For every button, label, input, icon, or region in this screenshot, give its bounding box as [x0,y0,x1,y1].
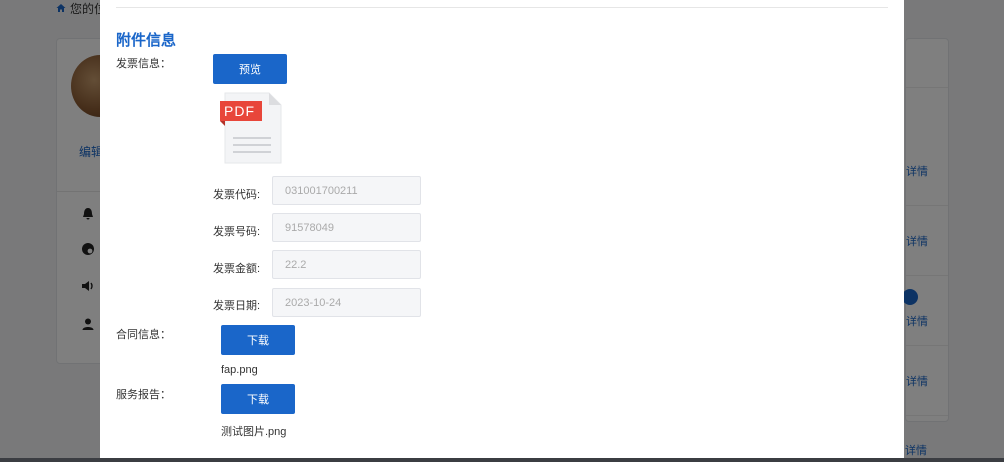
invoice-code-field[interactable] [272,176,421,205]
report-download-button[interactable]: 下载 [221,384,295,414]
section-title: 附件信息 [116,32,177,49]
bottom-bar [0,458,1004,462]
preview-button[interactable]: 预览 [213,54,287,84]
report-file-name[interactable]: 测试图片.png [221,423,286,439]
divider [116,7,888,8]
invoice-date-field[interactable] [272,288,421,317]
invoice-label: 发票信息： [116,58,171,70]
invoice-code-label: 发票代码: [213,189,261,201]
contract-download-button[interactable]: 下载 [221,325,295,355]
invoice-amount-label: 发票金额: [213,263,261,275]
invoice-date-label: 发票日期: [213,300,261,312]
pdf-badge-text: PDF [224,103,255,119]
invoice-amount-field[interactable] [272,250,421,279]
contract-label: 合同信息： [116,329,171,341]
invoice-number-field[interactable] [272,213,421,242]
contract-file-name[interactable]: fap.png [221,364,258,376]
invoice-number-label: 发票号码: [213,226,261,238]
report-label: 服务报告： [116,389,171,401]
attachment-modal: 附件信息 发票信息： 预览 PDF 发票代码: 发票号码: 发票金额: 发票日期… [100,0,904,462]
